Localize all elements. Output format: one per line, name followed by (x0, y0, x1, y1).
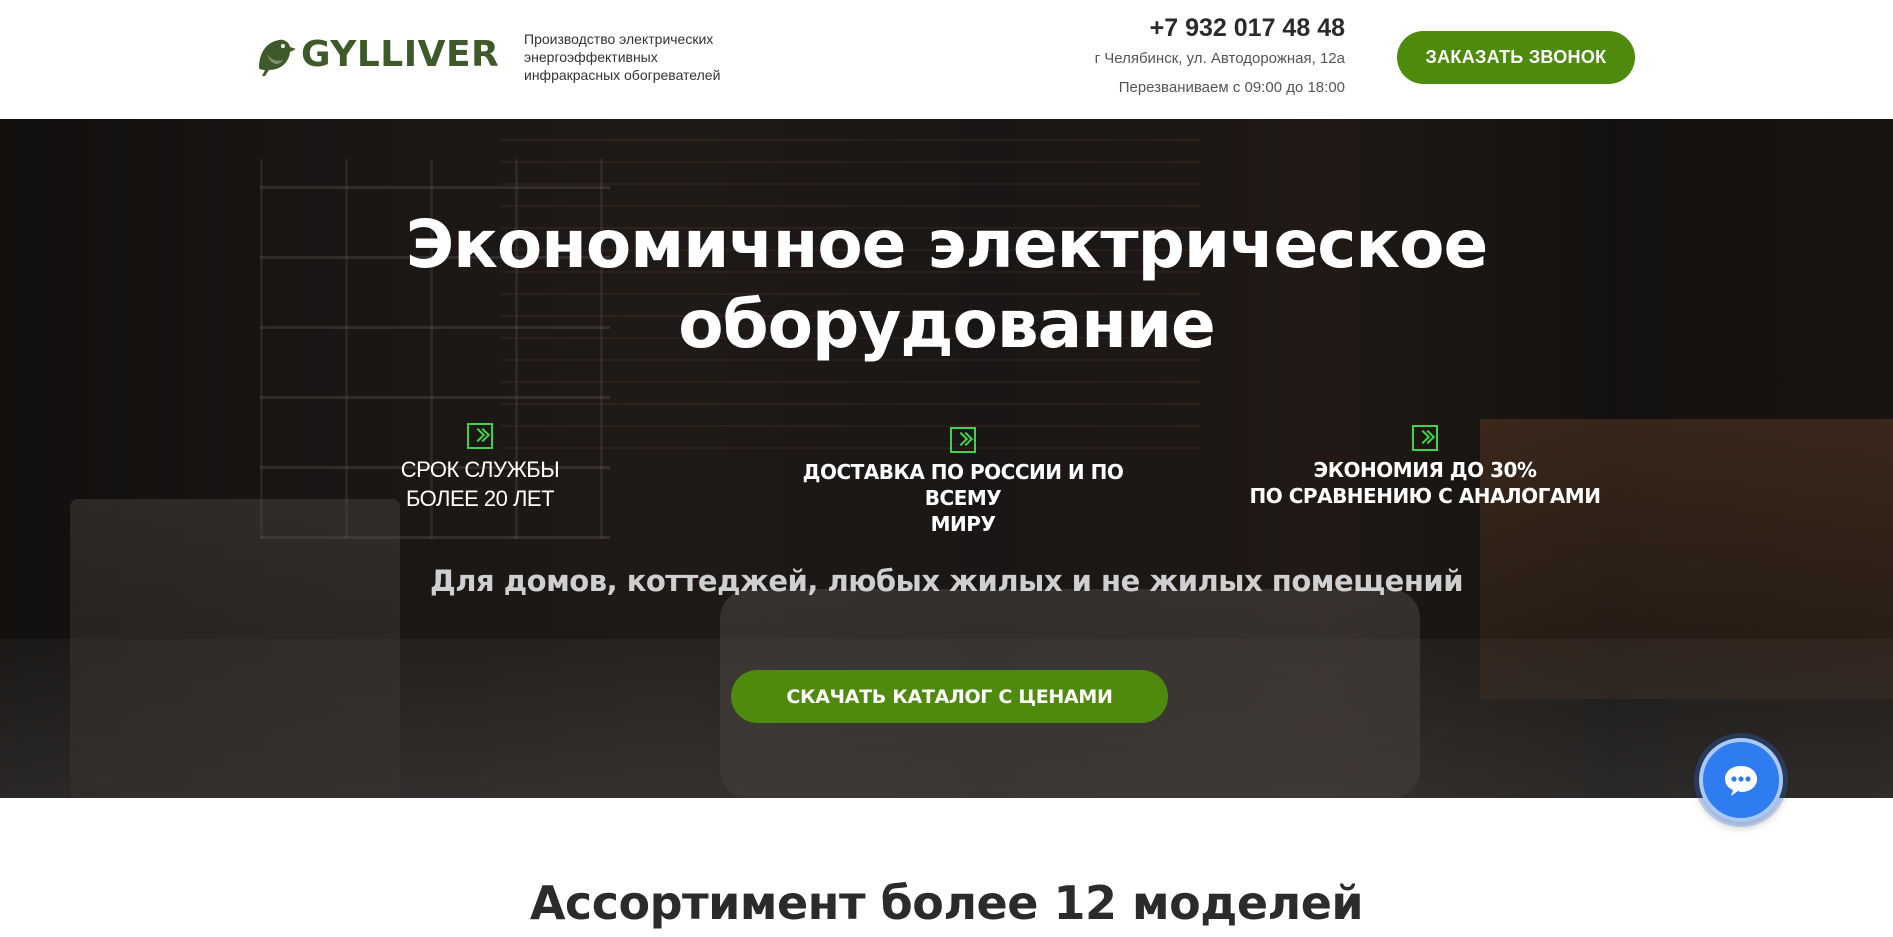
feature-line: ЭКОНОМИЯ ДО 30% (1313, 458, 1537, 482)
feature-text: ДОСТАВКА ПО РОССИИ И ПО ВСЕМУ МИРУ (770, 459, 1156, 537)
assortment-title: Ассортимент более 12 моделей (529, 876, 1364, 930)
phone-number[interactable]: +7 932 017 48 48 (1150, 14, 1345, 43)
tagline-line: инфракрасных обогревателей (524, 67, 721, 83)
hero-subtitle: Для домов, коттеджей, любых жилых и не ж… (429, 564, 1464, 598)
logo-wordmark: GYLLIVER (301, 33, 500, 75)
feature-line: ПО СРАВНЕНИЮ С АНАЛОГАМИ (1249, 484, 1601, 508)
double-chevron-icon (950, 427, 976, 453)
hero-background-chair (70, 499, 400, 798)
order-call-button[interactable]: ЗАКАЗАТЬ ЗВОНОК (1397, 31, 1635, 84)
address: г Челябинск, ул. Автодорожная, 12а (1094, 50, 1345, 67)
tagline-line: энергоэффективных (524, 49, 658, 65)
feature-text: ЭКОНОМИЯ ДО 30% ПО СРАВНЕНИЮ С АНАЛОГАМИ (1240, 457, 1610, 509)
site-header: GYLLIVER Производство электрических энер… (0, 0, 1893, 119)
feature-delivery: ДОСТАВКА ПО РОССИИ И ПО ВСЕМУ МИРУ (770, 427, 1156, 537)
feature-text: СРОК СЛУЖБЫ БОЛЕЕ 20 ЛЕТ (380, 455, 580, 513)
chat-widget-button[interactable] (1699, 738, 1783, 822)
header-tagline: Производство электрических энергоэффекти… (524, 30, 764, 84)
hero-title-line: Экономичное электрическое (405, 206, 1489, 283)
hero-section: Экономичное электрическое оборудование С… (0, 119, 1893, 798)
feature-line: СРОК СЛУЖБЫ (400, 457, 560, 482)
download-catalog-button[interactable]: СКАЧАТЬ КАТАЛОГ С ЦЕНАМИ (731, 670, 1168, 723)
bird-logo-icon (259, 39, 296, 76)
feature-line: БОЛЕЕ 20 ЛЕТ (405, 486, 555, 511)
double-chevron-icon (467, 423, 493, 449)
feature-line: МИРУ (930, 512, 996, 536)
feature-savings: ЭКОНОМИЯ ДО 30% ПО СРАВНЕНИЮ С АНАЛОГАМИ (1240, 425, 1610, 509)
double-chevron-icon (1412, 425, 1438, 451)
hero-title-line: оборудование (678, 286, 1216, 363)
callback-hours: Перезваниваем с 09:00 до 18:00 (1118, 79, 1345, 96)
feature-line: ДОСТАВКА ПО РОССИИ И ПО ВСЕМУ (802, 460, 1124, 510)
chat-bubble-icon (1725, 766, 1757, 796)
hero-title: Экономичное электрическое оборудование (0, 205, 1893, 365)
logo[interactable]: GYLLIVER (253, 30, 499, 78)
feature-lifetime: СРОК СЛУЖБЫ БОЛЕЕ 20 ЛЕТ (380, 423, 580, 513)
tagline-line: Производство электрических (524, 31, 714, 47)
